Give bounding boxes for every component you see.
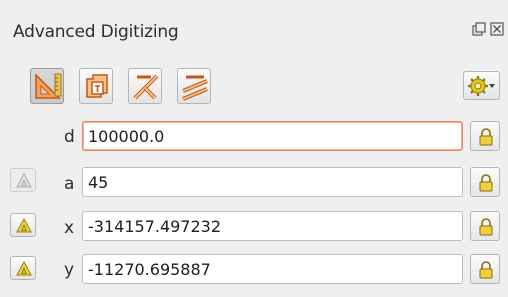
x-label: x	[64, 218, 75, 238]
angle-label: a	[64, 174, 75, 194]
lock-y-button[interactable]	[470, 254, 500, 284]
parallel-button[interactable]	[177, 68, 211, 104]
svg-text:Δ: Δ	[21, 267, 27, 276]
lock-x-button[interactable]	[470, 211, 500, 241]
construction-mode-button[interactable]	[30, 68, 64, 104]
float-panel-icon[interactable]	[472, 22, 486, 37]
settings-dropdown-button[interactable]	[463, 71, 500, 100]
lock-distance-button[interactable]	[470, 121, 500, 151]
distance-label: d	[64, 127, 75, 147]
close-panel-icon[interactable]	[490, 22, 504, 37]
distance-input[interactable]: 100000.0	[82, 121, 463, 151]
svg-text:Δ: Δ	[21, 224, 27, 233]
perpendicular-button[interactable]	[128, 68, 162, 104]
relative-y-button[interactable]: Δ	[10, 256, 36, 280]
x-coordinate-input[interactable]: -314157.497232	[82, 211, 463, 241]
panel-title-bar: Advanced Digitizing	[0, 0, 508, 56]
angle-input[interactable]: 45	[82, 167, 463, 197]
parallel-perpendicular-button[interactable]	[79, 68, 113, 104]
svg-text:Δ: Δ	[21, 179, 27, 188]
relative-angle-button[interactable]: Δ	[10, 168, 36, 192]
lock-angle-button[interactable]	[470, 167, 500, 197]
gear-dropdown-icon	[464, 76, 501, 105]
y-coordinate-input[interactable]: -11270.695887	[82, 254, 463, 284]
relative-x-button[interactable]: Δ	[10, 213, 36, 237]
panel-title: Advanced Digitizing	[13, 22, 179, 42]
y-label: y	[64, 260, 75, 280]
